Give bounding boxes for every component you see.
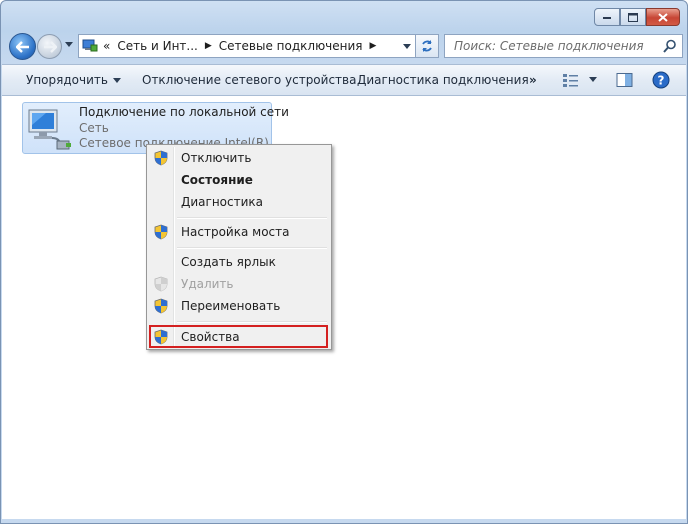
refresh-button[interactable] (415, 34, 439, 58)
help-button[interactable]: ? (652, 71, 670, 92)
explorer-window: « Сеть и Инт... ▶ Сетевые подключения ▶ … (0, 0, 688, 524)
more-commands-button[interactable]: » (529, 73, 537, 87)
menu-item-label: Настройка моста (181, 225, 290, 239)
menu-item-label: Свойства (181, 330, 240, 344)
refresh-icon (422, 40, 432, 52)
menu-item-label: Создать ярлык (181, 255, 276, 269)
navigation-bar: « Сеть и Инт... ▶ Сетевые подключения ▶ … (7, 31, 683, 63)
back-button[interactable] (9, 33, 36, 60)
menu-item-disable[interactable]: Отключить (150, 148, 328, 169)
preview-pane-button[interactable] (616, 72, 633, 91)
menu-separator (177, 247, 327, 249)
change-view-button[interactable] (562, 72, 597, 91)
menu-item-label: Отключить (181, 151, 252, 165)
organize-menu[interactable]: Упорядочить (26, 73, 121, 87)
breadcrumb-overflow[interactable]: « (103, 39, 110, 53)
address-dropdown-icon[interactable] (403, 44, 411, 49)
caption-buttons (594, 8, 680, 26)
arrow-right-icon (43, 40, 57, 53)
address-bar[interactable]: « Сеть и Инт... ▶ Сетевые подключения ▶ (78, 34, 418, 58)
close-button[interactable] (646, 8, 680, 26)
arrow-left-icon (15, 40, 29, 53)
search-placeholder: Поиск: Сетевые подключения (454, 39, 644, 53)
dropdown-arrow-icon (588, 77, 597, 82)
breadcrumb-connections[interactable]: Сетевые подключения (219, 39, 363, 53)
minimize-button[interactable] (594, 8, 620, 26)
uac-shield-icon (154, 150, 168, 169)
forward-button[interactable] (37, 34, 62, 59)
menu-item-diagnostics[interactable]: Диагностика (150, 192, 328, 213)
maximize-button[interactable] (620, 8, 646, 26)
menu-item-label: Переименовать (181, 299, 281, 313)
command-bar: Упорядочить Отключение сетевого устройст… (2, 64, 686, 96)
uac-shield-icon (154, 224, 168, 243)
uac-shield-icon (154, 298, 168, 317)
preview-pane-icon (616, 73, 633, 87)
close-icon (658, 12, 668, 22)
content-pane: Подключение по локальной сети Сеть Сетев… (2, 96, 686, 519)
breadcrumb-network[interactable]: Сеть и Инт... (117, 39, 198, 53)
help-icon: ? (652, 71, 670, 89)
breadcrumb-separator-icon[interactable]: ▶ (205, 41, 212, 51)
diagnose-connection-button[interactable]: Диагностика подключения (357, 73, 529, 87)
menu-item-status[interactable]: Состояние (150, 170, 328, 191)
network-folder-icon (82, 39, 98, 53)
uac-shield-icon (154, 329, 168, 348)
svg-text:?: ? (658, 74, 665, 88)
menu-separator (177, 217, 327, 219)
view-icon (563, 74, 578, 87)
menu-item-label: Состояние (181, 173, 253, 187)
network-adapter-icon (26, 108, 74, 152)
search-box[interactable]: Поиск: Сетевые подключения (444, 34, 683, 58)
disable-device-button[interactable]: Отключение сетевого устройства (142, 73, 356, 87)
maximize-icon (628, 12, 638, 22)
menu-item-label: Удалить (181, 277, 234, 291)
menu-item-bridge[interactable]: Настройка моста (150, 222, 328, 243)
connection-network: Сеть (79, 121, 109, 135)
menu-item-label: Диагностика (181, 195, 264, 209)
recent-pages-dropdown[interactable] (65, 42, 73, 47)
uac-shield-icon (154, 276, 168, 295)
context-menu: Отключить Состояние Диагностика Настройк… (146, 144, 332, 350)
dropdown-arrow-icon (112, 78, 121, 83)
menu-item-properties[interactable]: Свойства (149, 325, 328, 348)
breadcrumb-separator-icon[interactable]: ▶ (370, 41, 377, 51)
search-icon[interactable] (663, 39, 677, 56)
minimize-icon (603, 17, 611, 19)
menu-item-delete: Удалить (150, 274, 328, 295)
menu-separator (177, 321, 327, 323)
menu-item-rename[interactable]: Переименовать (150, 296, 328, 317)
menu-item-create-shortcut[interactable]: Создать ярлык (150, 252, 328, 273)
connection-name: Подключение по локальной сети (79, 105, 289, 119)
